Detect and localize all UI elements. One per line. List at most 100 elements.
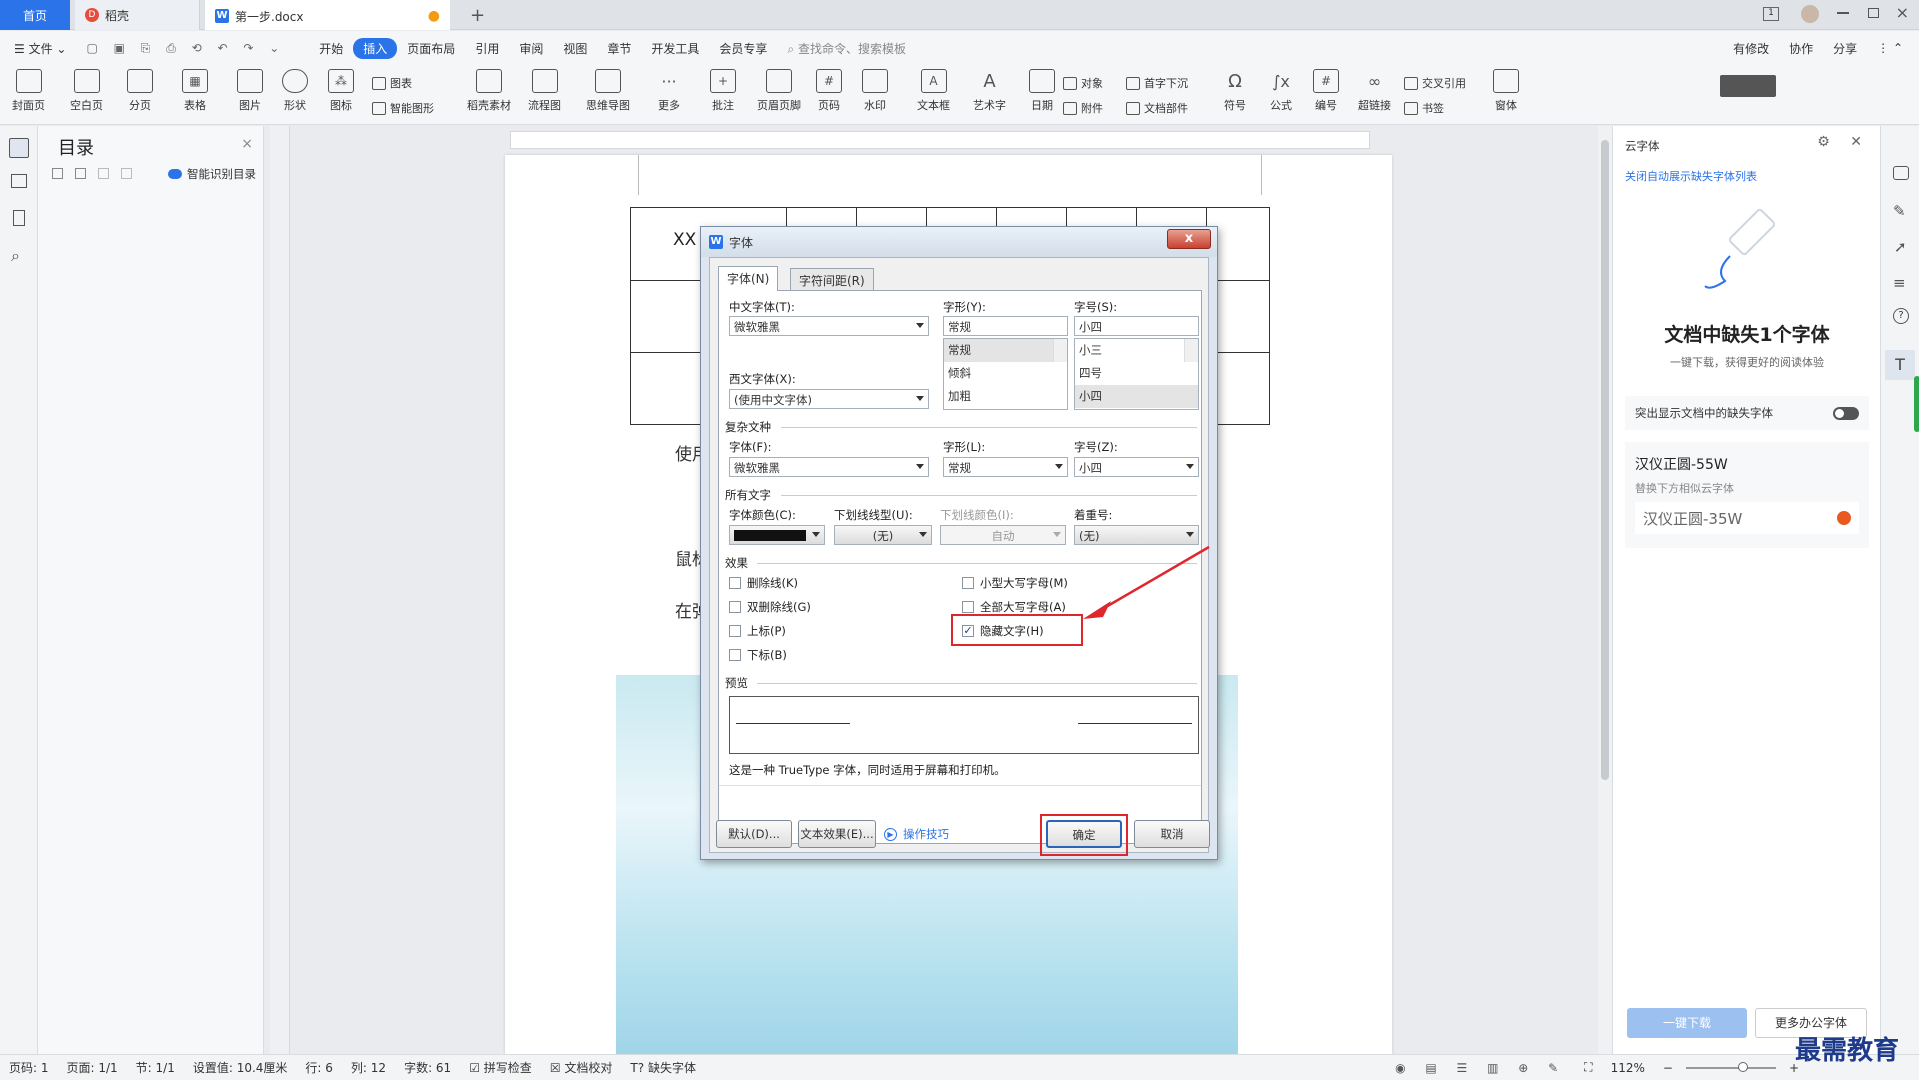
menu-tab-insert[interactable]: 插入 — [353, 37, 398, 59]
toc-nav-icon[interactable] — [9, 138, 29, 158]
close-auto-list-link[interactable]: 关闭自动展示缺失字体列表 — [1625, 168, 1757, 184]
view-mode-icons[interactable]: ◉ ▤ ☰ ▥ ⊕ ✎ — [1386, 1061, 1575, 1075]
subscript-checkbox[interactable]: 下标(B) — [729, 647, 787, 663]
numbering-button[interactable]: # 编号 — [1313, 69, 1339, 113]
complex-style-select[interactable]: 常规 — [943, 457, 1068, 477]
zoom-slider-knob[interactable] — [1737, 1061, 1748, 1072]
cross-reference-button[interactable]: 交叉引用 — [1404, 75, 1466, 91]
cn-font-select[interactable]: 微软雅黑 — [729, 316, 929, 336]
cancel-button[interactable]: 取消 — [1134, 820, 1210, 848]
west-font-select[interactable]: (使用中文字体) — [729, 389, 929, 409]
new-tab-button[interactable]: + — [460, 0, 495, 30]
tab-daoke[interactable]: D 稻壳 — [75, 0, 200, 30]
scrollbar-thumb[interactable] — [1601, 140, 1609, 780]
icon-button[interactable]: ⁂ 图标 — [328, 69, 354, 113]
formula-button[interactable]: ∫x 公式 — [1268, 69, 1294, 113]
vertical-scrollbar[interactable] — [1598, 126, 1612, 1054]
close-window-icon[interactable]: × — [1896, 3, 1909, 22]
settings-sliders-icon[interactable]: ≡ — [1893, 274, 1906, 292]
style-list-scrollbar[interactable] — [1053, 339, 1067, 362]
menu-tab-developer[interactable]: 开发工具 — [641, 40, 709, 57]
strikethrough-checkbox[interactable]: 删除线(K) — [729, 575, 798, 591]
default-button[interactable]: 默认(D)... — [716, 820, 792, 848]
cloud-font-title[interactable]: 云字体 — [1625, 138, 1660, 154]
pen-tool-icon[interactable]: ✎ — [1893, 202, 1906, 220]
tab-document[interactable]: W 第一步.docx ● — [205, 0, 450, 30]
page-number-button[interactable]: # 页码 — [816, 69, 842, 113]
status-page-num[interactable]: 页码: 1 — [0, 1059, 58, 1076]
menu-tab-section[interactable]: 章节 — [597, 40, 641, 57]
status-word-count[interactable]: 字数: 61 — [395, 1059, 460, 1076]
toc-add-icon[interactable] — [98, 168, 109, 179]
restore-icon[interactable] — [1868, 8, 1879, 18]
zoom-slider[interactable] — [1685, 1061, 1776, 1072]
size-option[interactable]: 小三 — [1075, 339, 1198, 362]
horizontal-ruler[interactable] — [510, 131, 1370, 149]
tips-link[interactable]: ▶ 操作技巧 — [884, 826, 949, 842]
dialog-close-button[interactable]: x — [1167, 229, 1211, 249]
mindmap-button[interactable]: 思维导图 — [586, 69, 630, 113]
collaborate-button[interactable]: 协作 — [1779, 40, 1823, 57]
object-button[interactable]: 对象 — [1063, 75, 1103, 91]
status-line[interactable]: 行: 6 — [296, 1059, 342, 1076]
textbox-button[interactable]: A 文本框 — [917, 69, 950, 113]
changes-button[interactable]: 有修改 — [1723, 40, 1779, 57]
menu-tab-layout[interactable]: 页面布局 — [397, 40, 465, 57]
hyperlink-button[interactable]: ∞ 超链接 — [1358, 69, 1391, 113]
zoom-out-icon[interactable]: − — [1654, 1061, 1682, 1075]
zoom-level[interactable]: 112% — [1602, 1061, 1654, 1075]
style-option[interactable]: 倾斜 — [944, 362, 1067, 385]
cloud-font-icon[interactable]: T — [1885, 350, 1915, 380]
toc-remove-icon[interactable] — [121, 168, 132, 179]
chart-button[interactable]: 图表 — [372, 75, 412, 91]
more-button[interactable]: ··· 更多 — [656, 69, 682, 113]
command-search[interactable]: ⌕ 查找命令、搜索模板 — [777, 40, 916, 57]
small-caps-checkbox[interactable]: 小型大写字母(M) — [962, 575, 1068, 591]
form-button[interactable]: 窗体 — [1493, 69, 1519, 113]
spell-check-button[interactable]: ☑ 拼写检查 — [460, 1059, 541, 1076]
size-list-scrollbar[interactable] — [1184, 339, 1198, 362]
toc-collapse-icon[interactable] — [75, 168, 86, 179]
quick-access-toolbar[interactable]: ▢ ▣ ⎘ ⎙ ⟲ ↶ ↷ ⌄ — [76, 41, 295, 56]
toc-expand-icon[interactable] — [52, 168, 63, 179]
chapter-nav-icon[interactable] — [11, 174, 27, 188]
shape-button[interactable]: 形状 — [282, 69, 308, 113]
complex-size-select[interactable]: 小四 — [1074, 457, 1199, 477]
find-nav-icon[interactable]: ⌕ — [11, 246, 20, 266]
wordart-button[interactable]: A 艺术字 — [973, 69, 1006, 113]
menu-tab-review[interactable]: 审阅 — [509, 40, 553, 57]
picture-button[interactable]: 图片 — [237, 69, 263, 113]
size-input[interactable]: 小四 — [1074, 316, 1199, 336]
keyboard-icon[interactable] — [1720, 75, 1776, 97]
status-position[interactable]: 设置值: 10.4厘米 — [184, 1059, 297, 1076]
doc-parts-button[interactable]: 文档部件 — [1126, 100, 1188, 116]
replacement-font-option[interactable]: 汉仪正圆-35W — [1635, 502, 1859, 534]
bookmark-button[interactable]: 书签 — [1404, 100, 1444, 116]
status-section[interactable]: 节: 1/1 — [127, 1059, 184, 1076]
menu-tab-view[interactable]: 视图 — [553, 40, 597, 57]
underline-style-select[interactable]: (无) — [834, 525, 932, 545]
attachment-button[interactable]: 附件 — [1063, 100, 1103, 116]
tab-char-spacing[interactable]: 字符间距(R) — [790, 268, 874, 290]
watermark-button[interactable]: 水印 — [862, 69, 888, 113]
daoke-material-button[interactable]: 稻壳素材 — [467, 69, 511, 113]
comment-button[interactable]: + 批注 — [710, 69, 736, 113]
cover-page-button[interactable]: 封面页 — [12, 69, 45, 113]
select-pointer-icon[interactable]: ➚ — [1894, 238, 1907, 256]
doc-proofread-button[interactable]: ☒ 文档校对 — [541, 1059, 622, 1076]
style-option[interactable]: 加粗 — [944, 385, 1067, 408]
file-menu[interactable]: ☰ 文件 ⌄ — [0, 40, 76, 57]
complex-font-select[interactable]: 微软雅黑 — [729, 457, 929, 477]
menu-tab-start[interactable]: 开始 — [309, 40, 353, 57]
double-strikethrough-checkbox[interactable]: 双删除线(G) — [729, 599, 811, 615]
symbol-button[interactable]: Ω 符号 — [1222, 69, 1248, 113]
bookmark-nav-icon[interactable] — [13, 210, 25, 226]
smart-graphic-button[interactable]: 智能图形 — [372, 100, 434, 116]
header-footer-button[interactable]: 页眉页脚 — [757, 69, 801, 113]
drop-cap-button[interactable]: 首字下沉 — [1126, 75, 1188, 91]
more-menu-icon[interactable]: ⋮ ⌃ — [1867, 41, 1919, 55]
menu-tab-member[interactable]: 会员专享 — [709, 40, 777, 57]
tab-home[interactable]: 首页 — [0, 0, 70, 30]
style-input[interactable]: 常规 — [943, 316, 1068, 336]
date-button[interactable]: 日期 — [1029, 69, 1055, 113]
